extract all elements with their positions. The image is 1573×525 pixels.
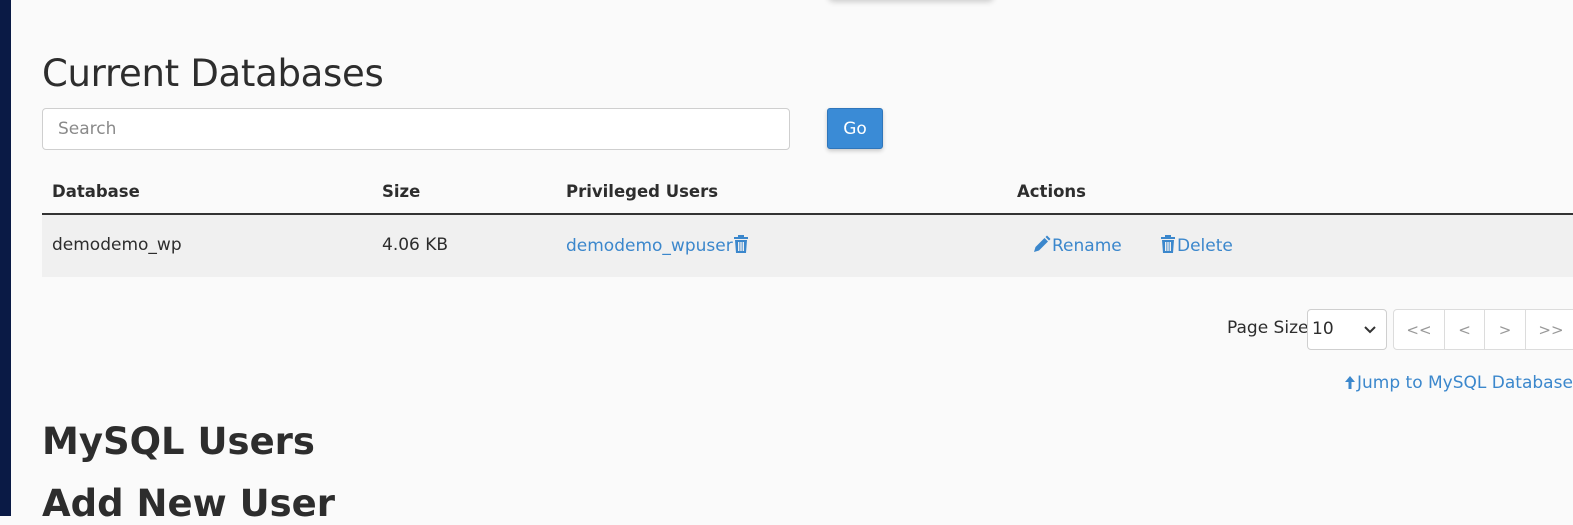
page-size-label: Page Size xyxy=(1227,318,1309,338)
search-input[interactable] xyxy=(42,108,790,150)
pagination: << < > >> xyxy=(1393,309,1573,350)
trash-icon xyxy=(1159,235,1177,258)
last-page-button[interactable]: >> xyxy=(1526,310,1573,349)
page-size-select[interactable]: 10 xyxy=(1307,309,1387,350)
go-button[interactable]: Go xyxy=(827,108,883,149)
add-new-user-heading: Add New User xyxy=(42,482,336,525)
mysql-users-heading: MySQL Users xyxy=(42,420,315,463)
privileged-user-cell: demodemo_wpuser xyxy=(566,235,749,258)
page-title: Current Databases xyxy=(42,52,384,95)
privileged-user-link[interactable]: demodemo_wpuser xyxy=(566,236,733,256)
next-page-button[interactable]: > xyxy=(1485,310,1526,349)
database-name: demodemo_wp xyxy=(52,235,182,255)
column-header-privileged-users: Privileged Users xyxy=(566,182,719,201)
column-header-database[interactable]: Database xyxy=(52,182,140,201)
chevron-down-icon xyxy=(1364,310,1376,365)
first-page-button[interactable]: << xyxy=(1394,310,1445,349)
delete-link[interactable]: Delete xyxy=(1177,236,1233,256)
table-header: Database Size Privileged Users Actions xyxy=(42,170,1573,215)
sidebar xyxy=(0,0,11,516)
jump-link-label: Jump to MySQL Database xyxy=(1357,373,1573,393)
revoke-user-trash-icon[interactable] xyxy=(733,235,749,258)
column-header-actions: Actions xyxy=(1017,182,1086,201)
delete-action[interactable]: Delete xyxy=(1159,235,1233,258)
arrow-up-icon xyxy=(1343,374,1357,395)
rename-action[interactable]: Rename xyxy=(1032,235,1122,258)
database-size: 4.06 KB xyxy=(382,235,449,255)
page-size-value: 10 xyxy=(1312,319,1334,339)
column-header-size[interactable]: Size xyxy=(382,182,420,201)
table-row: demodemo_wp 4.06 KB demodemo_wpuser Rena… xyxy=(42,215,1573,277)
previous-page-button[interactable]: < xyxy=(1445,310,1485,349)
jump-to-mysql-database-link[interactable]: Jump to MySQL Database xyxy=(1343,373,1573,395)
databases-table: Database Size Privileged Users Actions d… xyxy=(42,170,1573,277)
pencil-icon xyxy=(1032,235,1052,258)
rename-link[interactable]: Rename xyxy=(1052,236,1122,256)
